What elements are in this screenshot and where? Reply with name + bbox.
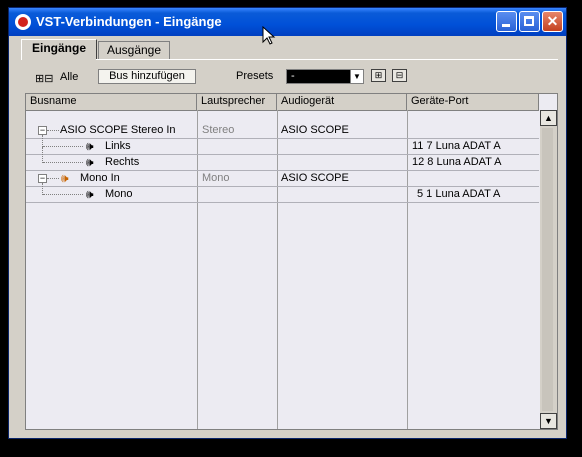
title-bar[interactable]: VST-Verbindungen - Eingänge ✕ [9, 8, 566, 36]
tree-collapse-icon[interactable]: − [38, 174, 47, 183]
scroll-track[interactable] [542, 128, 553, 411]
chevron-down-icon[interactable]: ▼ [350, 70, 363, 83]
port-cell[interactable]: 11 7 Luna ADAT A [412, 139, 501, 154]
maximize-button[interactable] [519, 11, 540, 32]
tab-ausgaenge[interactable]: Ausgänge [98, 41, 170, 60]
delete-preset-button[interactable]: ⊟ [392, 69, 407, 82]
table-row[interactable]: − ASIO SCOPE Stereo In Stereo ASIO SCOPE [26, 123, 539, 139]
audiogeraet-cell[interactable]: ASIO SCOPE [281, 171, 349, 186]
port-cell[interactable]: 5 1 Luna ADAT A [417, 187, 500, 202]
busname-cell: Links [105, 140, 131, 152]
tab-eingaenge[interactable]: Eingänge [21, 39, 97, 60]
minimize-icon [502, 24, 510, 27]
table-row[interactable]: 🕪 Links 11 7 Luna ADAT A [26, 135, 539, 155]
add-bus-button[interactable]: Bus hinzufügen [98, 69, 196, 84]
busname-cell: Mono In [80, 172, 120, 184]
maximize-icon [524, 16, 534, 26]
speaker-icon: 🕪 [61, 171, 69, 185]
presets-dropdown[interactable]: - ▼ [286, 69, 364, 84]
port-cell[interactable]: 12 8 Luna ADAT A [412, 155, 502, 170]
busname-cell: Mono [105, 188, 133, 200]
tree-collapse-icon[interactable]: − [38, 126, 47, 135]
speaker-icon: 🕪 [86, 155, 94, 169]
column-header-audiogeraet[interactable]: Audiogerät [277, 94, 407, 110]
lautsprecher-cell: Mono [202, 172, 230, 184]
vertical-scrollbar[interactable]: ▲ ▼ [540, 110, 557, 429]
tree-connector [43, 194, 83, 196]
lautsprecher-cell: Stereo [202, 124, 235, 136]
vst-connections-window: VST-Verbindungen - Eingänge ✕ Eingänge A… [8, 7, 567, 439]
presets-label: Presets [236, 70, 274, 82]
audiogeraet-cell[interactable]: ASIO SCOPE [281, 123, 349, 138]
close-icon: ✕ [546, 13, 559, 29]
window-title: VST-Verbindungen - Eingänge [36, 14, 222, 29]
bus-table: Busname Lautsprecher Audiogerät Geräte-P… [25, 93, 558, 430]
tree-connector [43, 162, 83, 164]
busname-cell: Rechts [105, 156, 140, 168]
table-header: Busname Lautsprecher Audiogerät Geräte-P… [26, 94, 539, 111]
column-header-port[interactable]: Geräte-Port [407, 94, 539, 110]
column-header-lautsprecher[interactable]: Lautsprecher [197, 94, 277, 110]
scroll-down-button[interactable]: ▼ [540, 413, 557, 429]
tree-connector [47, 130, 59, 132]
table-row[interactable]: − 🕪 Mono In Mono ASIO SCOPE [26, 171, 539, 187]
close-button[interactable]: ✕ [542, 11, 563, 32]
tree-connector [43, 146, 83, 148]
app-logo-icon [15, 14, 31, 30]
tree-connector [47, 178, 59, 180]
speaker-icon: 🕪 [86, 139, 94, 153]
expand-collapse-all-icon[interactable]: ⊞⊟ [35, 72, 53, 85]
tab-divider [96, 59, 558, 60]
table-row[interactable]: 🕪 Rechts 12 8 Luna ADAT A [26, 147, 539, 171]
column-header-busname[interactable]: Busname [26, 94, 197, 110]
presets-value: - [291, 70, 295, 82]
tree-connector [42, 147, 44, 163]
table-row[interactable]: 🕪 Mono 5 1 Luna ADAT A [26, 183, 539, 203]
speaker-icon: 🕪 [86, 187, 94, 201]
mouse-cursor-icon [262, 26, 276, 45]
alle-label: Alle [60, 71, 79, 83]
minimize-button[interactable] [496, 11, 517, 32]
save-preset-button[interactable]: ⊞ [371, 69, 386, 82]
scroll-up-button[interactable]: ▲ [540, 110, 557, 126]
busname-cell: ASIO SCOPE Stereo In [60, 124, 176, 136]
